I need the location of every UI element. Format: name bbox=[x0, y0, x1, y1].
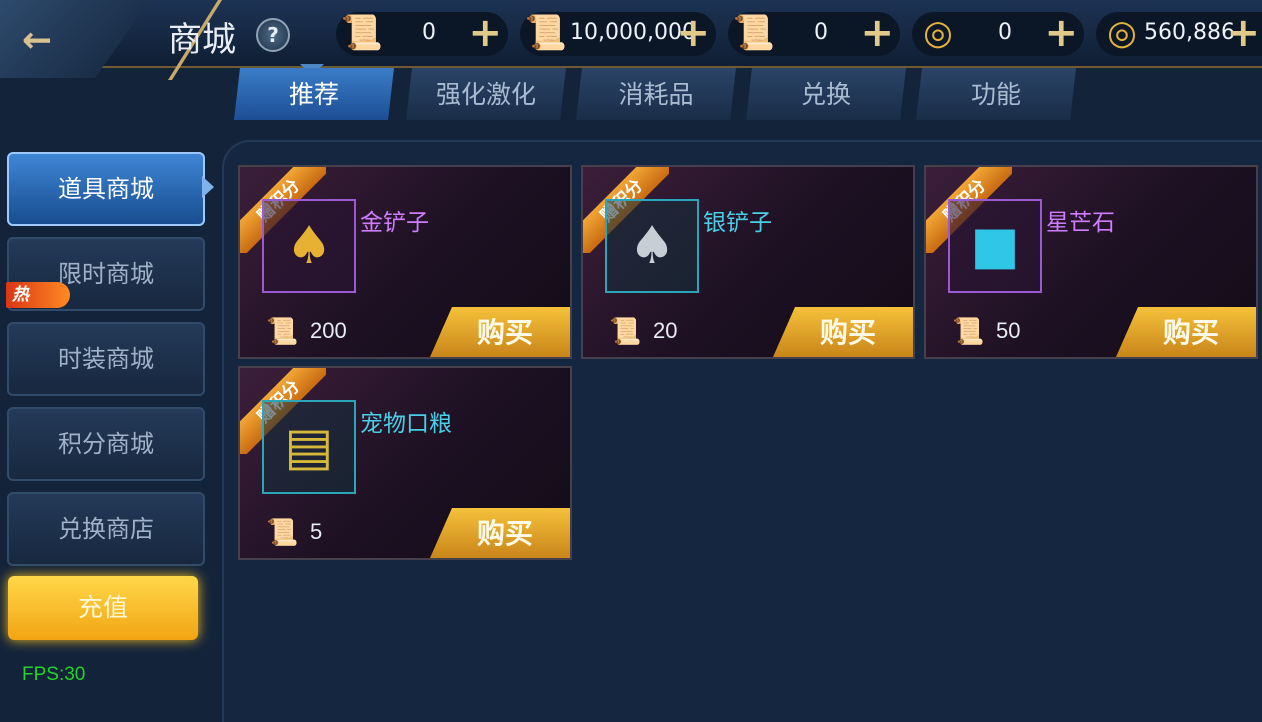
buy-button[interactable]: 购买 bbox=[1116, 307, 1256, 357]
price-scroll-icon: 📜 bbox=[609, 317, 642, 347]
item-name: 宠物口粮 bbox=[360, 411, 452, 437]
tab-functions[interactable]: 功能 bbox=[916, 68, 1076, 120]
active-nav-arrow-icon bbox=[202, 176, 214, 198]
fps-counter: FPS:30 bbox=[22, 664, 86, 685]
gold-coin-icon: ◎ bbox=[923, 13, 953, 53]
item-icon-frame[interactable]: ♠ bbox=[605, 199, 699, 293]
recharge-button[interactable]: 充值 bbox=[8, 576, 198, 640]
silver-shovel-icon: ♠ bbox=[628, 216, 676, 276]
item-name: 银铲子 bbox=[703, 210, 772, 236]
currency-gold-coin: ◎ 0 + bbox=[912, 10, 1084, 56]
shop-item-card: 赠积分 ♠ 金铲子 📜 200 购买 bbox=[238, 165, 572, 359]
currency-locked-scroll: 📜 0 + bbox=[728, 10, 900, 56]
item-price: 5 bbox=[310, 519, 323, 544]
item-name: 金铲子 bbox=[360, 210, 429, 236]
gold-scroll-icon: 📜 bbox=[524, 13, 568, 53]
add-currency-button[interactable]: + bbox=[1226, 10, 1260, 56]
item-price: 20 bbox=[653, 318, 678, 343]
add-currency-button[interactable]: + bbox=[468, 10, 502, 56]
item-price: 200 bbox=[310, 318, 347, 343]
sidebar-item-fashion-shop[interactable]: 时装商城 bbox=[7, 322, 205, 396]
hot-badge: 热 bbox=[6, 282, 70, 308]
buy-button[interactable]: 购买 bbox=[430, 508, 570, 558]
currency-value: 560,886 bbox=[1144, 20, 1235, 45]
pet-food-bag-icon: ▤ bbox=[284, 417, 334, 477]
add-currency-button[interactable]: + bbox=[676, 10, 710, 56]
shop-item-card: 赠积分 ▤ 宠物口粮 📜 5 购买 bbox=[238, 366, 572, 560]
blue-crystal-icon: ■ bbox=[970, 216, 1020, 276]
currency-value: 10,000,000 bbox=[570, 20, 696, 45]
price-scroll-icon: 📜 bbox=[952, 317, 985, 347]
sidebar-item-exchange-store[interactable]: 兑换商店 bbox=[7, 492, 205, 566]
currency-red-scroll: 📜 0 + bbox=[336, 10, 508, 56]
tab-exchange[interactable]: 兑换 bbox=[746, 68, 906, 120]
page-title: 商城 bbox=[168, 20, 236, 60]
shop-item-card: 赠积分 ♠ 银铲子 📜 20 购买 bbox=[581, 165, 915, 359]
add-currency-button[interactable]: + bbox=[860, 10, 894, 56]
buy-button[interactable]: 购买 bbox=[773, 307, 913, 357]
buy-button[interactable]: 购买 bbox=[430, 307, 570, 357]
item-icon-frame[interactable]: ▤ bbox=[262, 400, 356, 494]
tab-recommended[interactable]: 推荐 bbox=[234, 68, 394, 120]
currency-value: 0 bbox=[814, 20, 828, 45]
shop-item-card: 赠积分 ■ 星芒石 📜 50 购买 bbox=[924, 165, 1258, 359]
add-currency-button[interactable]: + bbox=[1044, 10, 1078, 56]
red-scroll-icon: 📜 bbox=[340, 13, 384, 53]
sidebar-item-points-shop[interactable]: 积分商城 bbox=[7, 407, 205, 481]
tab-consumables[interactable]: 消耗品 bbox=[576, 68, 736, 120]
help-button[interactable]: ? bbox=[256, 18, 290, 52]
back-arrow-icon: ← bbox=[22, 20, 53, 61]
item-name: 星芒石 bbox=[1046, 210, 1115, 236]
currency-value: 0 bbox=[422, 20, 436, 45]
price-scroll-icon: 📜 bbox=[266, 518, 299, 548]
currency-gold-scroll: 📜 10,000,000 + bbox=[520, 10, 716, 56]
tab-enhance[interactable]: 强化激化 bbox=[406, 68, 566, 120]
locked-scroll-icon: 📜 bbox=[732, 13, 776, 53]
item-icon-frame[interactable]: ■ bbox=[948, 199, 1042, 293]
item-price: 50 bbox=[996, 318, 1021, 343]
item-icon-frame[interactable]: ♠ bbox=[262, 199, 356, 293]
price-scroll-icon: 📜 bbox=[266, 317, 299, 347]
currency-value: 0 bbox=[998, 20, 1012, 45]
locked-coin-icon: ◎ bbox=[1107, 13, 1137, 53]
gold-shovel-icon: ♠ bbox=[285, 216, 333, 276]
currency-locked-coin: ◎ 560,886 + bbox=[1096, 10, 1262, 56]
sidebar-item-item-shop[interactable]: 道具商城 bbox=[7, 152, 205, 226]
